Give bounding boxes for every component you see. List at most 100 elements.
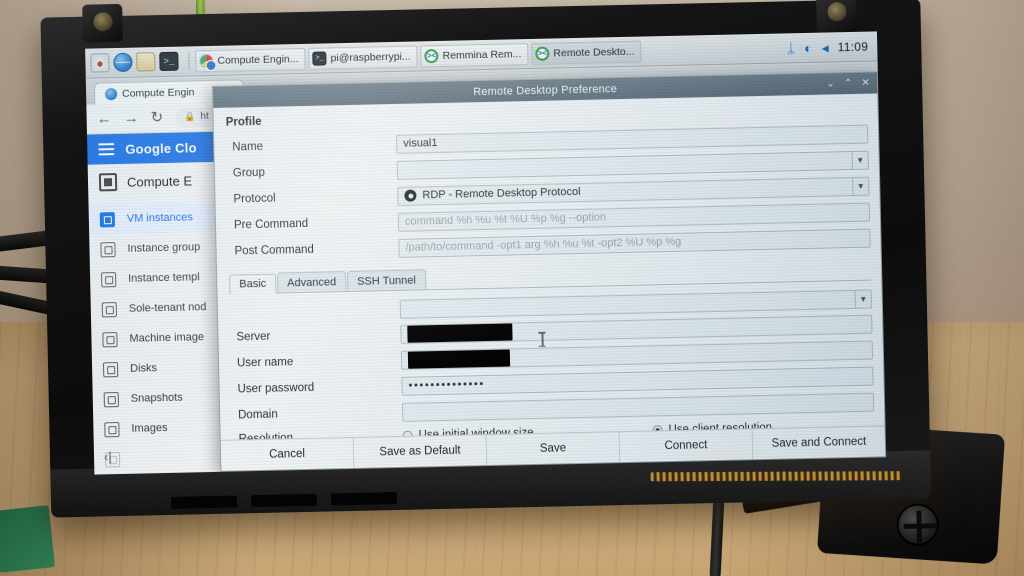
system-tray: ᛦ ◐ ◂ 11:09 xyxy=(787,39,873,56)
file-manager-icon[interactable] xyxy=(136,52,156,72)
chevron-down-icon[interactable]: ▼ xyxy=(852,176,870,196)
screen-content: ● >_ Compute Engin... >_ pi@raspberrypi.… xyxy=(85,31,887,475)
sidebar-item-label: Images xyxy=(131,421,168,435)
images-icon xyxy=(104,421,120,437)
post-command-control: /path/to/command -opt1 arg %h %u %t -opt… xyxy=(398,228,871,258)
mount-screw-left xyxy=(93,12,113,32)
mount-ear-right xyxy=(816,0,857,33)
basic-tab-panel: ▼ Server User name User password •••••••… xyxy=(228,281,875,440)
close-icon[interactable]: ✕ xyxy=(861,78,870,89)
minimize-button[interactable]: ⌄ xyxy=(826,78,835,89)
volume-icon[interactable]: ◂ xyxy=(821,39,828,55)
disks-icon xyxy=(102,361,119,377)
user-name-label: User name xyxy=(236,356,294,370)
vm-instances-icon xyxy=(99,211,116,227)
sidebar-item-label: Snapshots xyxy=(130,391,183,405)
chevron-down-icon[interactable]: ▼ xyxy=(854,289,872,309)
browser-tab-label: Compute Engin xyxy=(121,85,195,100)
bezel-vent-strip xyxy=(650,471,901,482)
taskbar-task-compute-engine[interactable]: Compute Engin... xyxy=(195,47,306,72)
taskbar-launchers: ● >_ xyxy=(90,51,182,73)
forward-button[interactable]: → xyxy=(123,110,138,127)
redaction-bar xyxy=(407,322,513,343)
snapshots-icon xyxy=(103,391,119,407)
sole-tenant-nodes-icon xyxy=(101,301,117,317)
raspberry-pi-touchscreen: ● >_ Compute Engin... >_ pi@raspberrypi.… xyxy=(40,0,1006,576)
machine-images-icon xyxy=(102,331,118,347)
photo-scene: ● >_ Compute Engin... >_ pi@raspberrypi.… xyxy=(0,0,1024,576)
user-password-label: User password xyxy=(237,381,315,396)
remmina-icon: >< xyxy=(535,46,550,61)
sidebar-item-label: Instance group xyxy=(127,241,201,255)
taskbar-task-remmina[interactable]: >< Remmina Rem... xyxy=(420,42,529,67)
pre-command-label: Pre Command xyxy=(233,217,309,232)
tab-advanced[interactable]: Advanced xyxy=(276,271,347,293)
spacer-label xyxy=(228,303,400,319)
taskbar-task-label: Remote Deskto... xyxy=(553,45,635,59)
back-button[interactable]: ← xyxy=(96,110,111,127)
save-as-default-button[interactable]: Save as Default xyxy=(353,435,488,468)
mount-screw-right xyxy=(827,2,847,22)
ibeam-stem xyxy=(541,331,544,347)
taskbar-task-label: Remmina Rem... xyxy=(442,47,522,62)
sidebar-item-label: VM instances xyxy=(126,211,193,225)
sidebar-item-label: Machine image xyxy=(129,331,205,345)
save-button[interactable]: Save xyxy=(486,432,621,466)
taskbar-task-label: pi@raspberrypi... xyxy=(330,50,411,64)
raspberry-pi-menu-icon[interactable]: ● xyxy=(90,53,110,73)
dialog-content: Profile Name visual1 Group ▼ Protocol RD… xyxy=(213,93,884,440)
mount-ear-left xyxy=(82,3,123,43)
dialog-title: Remote Desktop Preference xyxy=(473,82,618,98)
clock[interactable]: 11:09 xyxy=(837,39,868,54)
green-circuit-board xyxy=(0,505,56,573)
connect-button[interactable]: Connect xyxy=(619,429,754,463)
compute-engine-chip-icon xyxy=(98,173,118,192)
redaction-bar xyxy=(407,349,511,369)
lock-icon: 🔒 xyxy=(184,111,196,122)
cancel-button[interactable]: Cancel xyxy=(220,437,355,471)
name-label: Name xyxy=(232,140,264,154)
terminal-icon[interactable]: >_ xyxy=(159,51,179,72)
dialog-window-buttons: ⌄ ⌃ ✕ xyxy=(826,73,870,95)
hamburger-menu-icon[interactable] xyxy=(98,143,115,156)
protocol-label: Protocol xyxy=(233,192,276,206)
sidebar-item-label xyxy=(132,453,135,465)
bezel-port-2 xyxy=(250,493,318,508)
gcp-product-label: Compute E xyxy=(126,172,193,190)
bluetooth-icon[interactable]: ᛦ xyxy=(787,40,796,56)
reload-button[interactable]: ↻ xyxy=(150,109,163,126)
instance-groups-icon xyxy=(100,241,116,257)
taskbar-separator xyxy=(188,51,190,70)
bezel-port-1 xyxy=(170,495,238,509)
tab-ssh-tunnel[interactable]: SSH Tunnel xyxy=(346,269,426,292)
taskbar-task-remote-desktop[interactable]: >< Remote Deskto... xyxy=(531,40,642,65)
save-and-connect-button[interactable]: Save and Connect xyxy=(752,426,886,460)
chevron-down-icon[interactable]: ▼ xyxy=(851,150,869,170)
remmina-icon: >< xyxy=(424,48,439,63)
domain-label: Domain xyxy=(238,408,278,422)
wifi-icon[interactable]: ◐ xyxy=(804,39,813,55)
sidebar-item-label: Instance templ xyxy=(128,271,200,285)
mouse-cursor-ibeam xyxy=(538,331,545,347)
taskbar-task-label: Compute Engin... xyxy=(217,52,299,67)
chrome-icon xyxy=(199,53,214,68)
tab-basic[interactable]: Basic xyxy=(229,273,277,295)
protocol-value: RDP - Remote Desktop Protocol xyxy=(422,185,581,202)
sidebar-collapse-button[interactable]: ‹| xyxy=(104,449,112,464)
web-browser-icon[interactable] xyxy=(113,52,133,73)
bezel-port-3 xyxy=(330,491,398,506)
terminal-icon: >_ xyxy=(312,50,327,66)
instance-templates-icon xyxy=(100,271,117,287)
server-label: Server xyxy=(236,330,271,344)
gcp-brand-label: Google Clo xyxy=(125,139,197,157)
group-label: Group xyxy=(232,166,265,180)
remote-desktop-preference-dialog: Remote Desktop Preference ⌄ ⌃ ✕ Profile … xyxy=(211,71,887,472)
taskbar-task-terminal[interactable]: >_ pi@raspberrypi... xyxy=(308,44,418,70)
rdp-protocol-icon xyxy=(404,189,417,202)
favicon-icon xyxy=(104,87,118,100)
sidebar-item-label: Sole-tenant nod xyxy=(128,301,207,315)
maximize-button[interactable]: ⌃ xyxy=(844,78,853,89)
address-bar-text: ht xyxy=(200,111,209,123)
post-command-input[interactable]: /path/to/command -opt1 arg %h %u %t -opt… xyxy=(398,228,871,258)
sidebar-item-label: Disks xyxy=(129,362,158,375)
